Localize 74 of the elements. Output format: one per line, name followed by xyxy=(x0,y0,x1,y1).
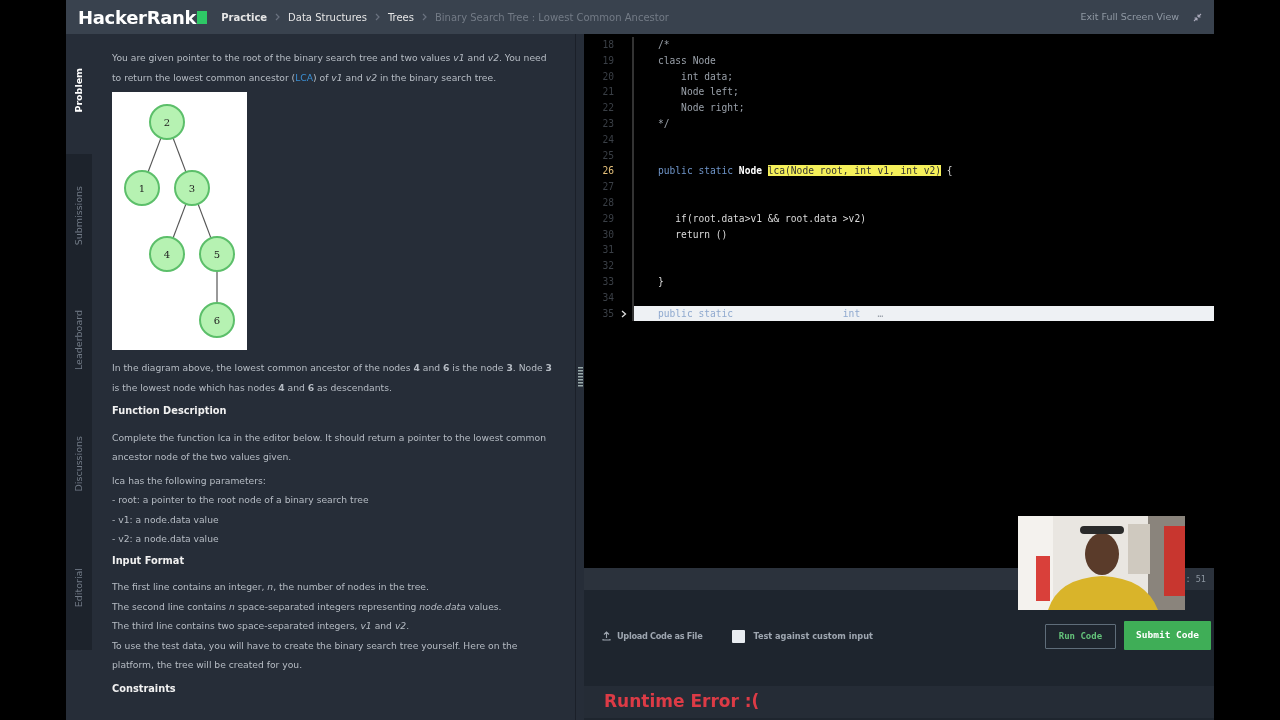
code-line: Node right; xyxy=(632,100,1214,116)
breadcrumb-link[interactable]: Practice xyxy=(221,9,268,25)
breadcrumb-link[interactable]: Data Structures xyxy=(288,9,367,25)
result-message: Runtime Error :( xyxy=(604,690,760,714)
tree-edge xyxy=(147,137,162,173)
checkbox[interactable] xyxy=(732,630,746,643)
code-line: if(root.data>v1 && root.data >v2) xyxy=(632,210,1214,227)
run-code-button[interactable]: Run Code xyxy=(1044,623,1117,650)
exit-fullscreen-link[interactable]: Exit Full Screen View xyxy=(1080,9,1179,25)
code-line: int data; xyxy=(632,68,1214,85)
tree-edge xyxy=(172,203,187,239)
chevron-icon xyxy=(374,13,380,21)
side-tab[interactable]: Leaderboard xyxy=(66,278,92,402)
tree-edge xyxy=(172,137,187,173)
checkbox-label[interactable]: Test against custom input xyxy=(753,630,873,643)
line-number: 26 xyxy=(601,164,615,179)
side-tab[interactable]: Discussions xyxy=(66,402,92,526)
logo[interactable]: HackerRank xyxy=(78,3,208,31)
resize-grip-icon[interactable] xyxy=(577,367,583,387)
chevron-icon xyxy=(275,13,281,21)
text-line: The third line contains two space-separated integers, v1 and v2. xyxy=(112,619,411,633)
line-number: 25 xyxy=(601,148,615,163)
problem-statement: You are given pointer to the root of the binary search tree and two values v1 and v2. You need to return the lowest common ancestor (LCA) of v1 and v2 in the binary search tree. xyxy=(112,51,548,85)
line-number: 21 xyxy=(601,85,615,100)
text-line: lca has the following parameters: xyxy=(112,473,267,488)
line-number: 22 xyxy=(601,101,615,116)
section-heading: Constraints xyxy=(112,681,177,696)
upload-icon xyxy=(602,631,611,642)
text-line: - v1: a node.data value xyxy=(112,512,220,527)
upload-link[interactable]: Upload Code as File xyxy=(602,630,703,643)
text-line: - v2: a node.data value xyxy=(112,532,220,546)
line-number: 32 xyxy=(601,259,615,274)
line-number: 34 xyxy=(601,290,615,305)
tree-node: 3 xyxy=(174,170,210,206)
code-line: Node left; xyxy=(632,84,1214,101)
paragraph: In the diagram above, the lowest common ancestor of the nodes 4 and 6 is the node 3. Node 3 is the lowest node which has nodes 4 and 6 as descendants. xyxy=(112,361,553,395)
breadcrumb-link[interactable]: Trees xyxy=(387,9,414,25)
line-number: 28 xyxy=(601,195,615,210)
line-number: 19 xyxy=(601,53,615,68)
line-number: 31 xyxy=(601,243,615,258)
text-line: The second line contains n space-separated integers representing node.data values. xyxy=(112,599,503,614)
side-tab[interactable]: Editorial xyxy=(66,526,92,650)
tree-node: 6 xyxy=(199,302,235,338)
side-tab[interactable]: Submissions xyxy=(66,154,92,278)
line-number: 35 xyxy=(601,306,615,321)
line-number: 23 xyxy=(601,117,615,131)
text-line: The first line contains an integer, n, the number of nodes in the tree. xyxy=(112,580,430,594)
collapse-icon[interactable] xyxy=(1193,12,1202,22)
section-heading: Input Format xyxy=(112,553,186,568)
line-number: 30 xyxy=(601,227,615,242)
chevron-icon xyxy=(421,13,427,21)
tree-node: 5 xyxy=(199,236,235,272)
text-line: - root: a pointer to the root node of a binary search tree xyxy=(112,493,370,507)
cursor-position: : 51 xyxy=(1185,572,1206,586)
section-heading: Function Description xyxy=(112,404,228,418)
tree-edge xyxy=(197,203,212,239)
paragraph: To use the test data, you will have to create the binary search tree yourself. Here on the platform, the tree will be created for you. xyxy=(112,638,519,672)
line-number: 18 xyxy=(601,38,615,52)
line-number: 24 xyxy=(601,132,615,147)
code-line: /* xyxy=(632,37,1214,53)
tree-node: 1 xyxy=(124,170,160,206)
code-line: } xyxy=(632,273,1214,290)
line-number: 33 xyxy=(601,274,615,289)
code-line: */ xyxy=(632,116,1214,132)
code-line: return () xyxy=(632,226,1214,243)
tree-node: 2 xyxy=(149,104,185,140)
code-line: public static Node lca(Node root, int v1, int v2) { xyxy=(632,163,1214,180)
line-number: 20 xyxy=(601,69,615,84)
tree-node: 4 xyxy=(149,236,185,272)
tree-edge xyxy=(216,270,218,304)
code-line: class Node xyxy=(632,52,1214,69)
line-number: 29 xyxy=(601,211,615,226)
paragraph: Complete the function lca in the editor below. It should return a pointer to the lowest common ancestor node of the two values given. xyxy=(112,430,547,464)
line-number: 27 xyxy=(601,180,615,195)
